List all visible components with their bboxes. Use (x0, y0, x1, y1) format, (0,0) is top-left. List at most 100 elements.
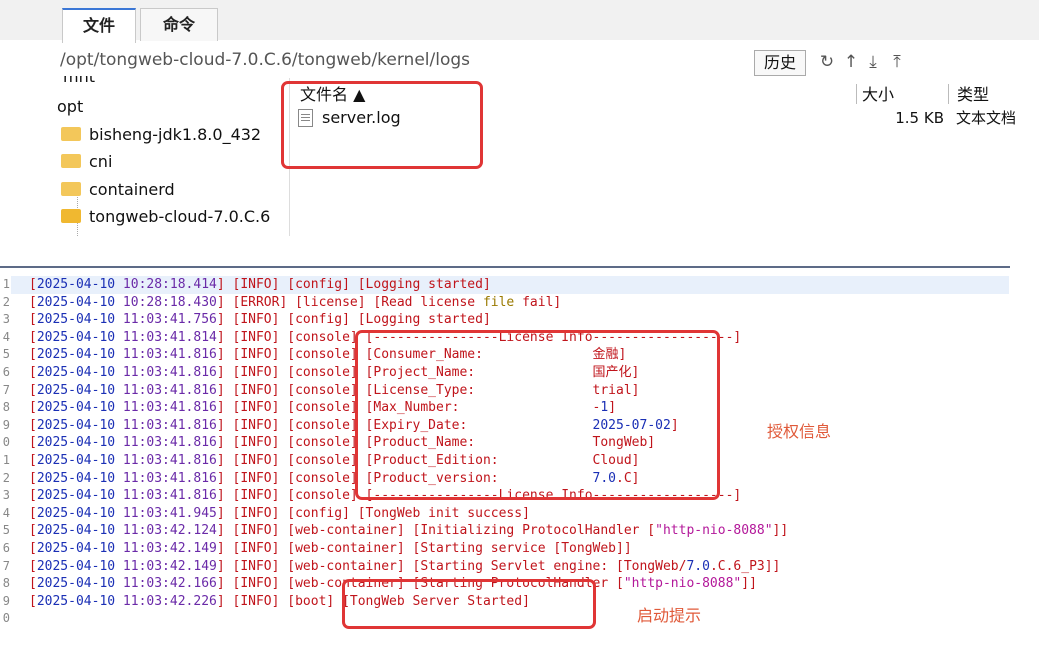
log-line[interactable]: [2025-04-10 11:03:41.756] [INFO] [config… (29, 311, 1009, 329)
log-token: ]] (741, 576, 757, 592)
column-divider[interactable] (948, 84, 949, 104)
log-token: 2025-04-10 (36, 294, 123, 310)
column-header-type[interactable]: 类型 (957, 84, 989, 106)
log-token: [ (29, 312, 37, 328)
log-token: [ (29, 364, 37, 380)
tree-item-label: cni (89, 152, 113, 171)
tree-item-cni[interactable]: cni (61, 149, 112, 175)
column-header-size[interactable]: 大小 (862, 84, 894, 106)
path-bar[interactable]: /opt/tongweb-cloud-7.0.C.6/tongweb/kerne… (60, 44, 750, 76)
line-number: 6 (2, 541, 10, 555)
highlight-box-started (342, 579, 596, 629)
log-token: 2025-04-10 (36, 470, 123, 486)
line-number: 7 (2, 558, 10, 573)
log-token: [ (29, 329, 37, 345)
line-number: 3 (2, 488, 10, 503)
log-token: 11:03:41.816 (122, 470, 217, 486)
refresh-icon[interactable]: ↻ (816, 50, 838, 74)
log-token: "http-nio-8088" (655, 523, 773, 539)
log-token: 2025-04-10 (36, 488, 123, 504)
log-line[interactable]: [2025-04-10 11:03:42.149] [INFO] [web-co… (29, 558, 1009, 576)
log-token: 11:03:41.816 (122, 452, 217, 468)
line-number: 8 (2, 400, 10, 415)
log-token: 2025-04-10 (36, 347, 123, 363)
log-token: 11:03:42.124 (122, 523, 217, 539)
log-viewer[interactable]: 1 2 3 4 5 6 7 8 9 0 1 2 3 4 5 6 7 8 9 0 [2025-04-10 10:28:1… (0, 266, 1010, 656)
folder-icon (61, 126, 81, 141)
tree-item-opt[interactable]: opt (57, 94, 83, 120)
log-token: ] [INFO] [web-container] [Starting Servl… (216, 558, 687, 574)
log-token: ] [INFO] [config] [Logging started] (216, 312, 491, 328)
log-token: 7.0 (686, 558, 710, 574)
column-divider[interactable] (856, 84, 857, 104)
log-token: [ (29, 470, 37, 486)
log-token: 2025-04-10 (36, 364, 123, 380)
log-token: 2025-04-10 (36, 400, 123, 416)
log-line[interactable]: [2025-04-10 11:03:42.124] [INFO] [web-co… (29, 522, 1009, 540)
line-number: 5 (2, 523, 10, 538)
log-token: 2025-04-10 (36, 505, 123, 521)
log-token: 11:03:42.149 (122, 558, 217, 574)
tree-item-label: tongweb-cloud-7.0.C.6 (89, 207, 271, 226)
tree-item-label: bisheng-jdk1.8.0_432 (89, 125, 262, 144)
log-token: 11:03:41.814 (122, 329, 217, 345)
history-button[interactable]: 历史 (754, 50, 806, 76)
line-number: 9 (2, 417, 10, 432)
line-number: 0 (2, 611, 10, 626)
upload-icon[interactable]: ⤒ (886, 50, 908, 74)
log-token: 2025-04-10 (36, 417, 123, 433)
log-token: [ (29, 382, 37, 398)
log-token: ] [INFO] [web-container] [Initializing P… (216, 523, 656, 539)
log-token: 11:03:41.756 (122, 312, 217, 328)
line-number: 6 (2, 365, 10, 379)
log-line[interactable]: [2025-04-10 10:28:18.430] [ERROR] [licen… (29, 294, 1009, 312)
log-token: file (482, 294, 515, 310)
log-token: 2025-04-10 (36, 576, 123, 592)
log-token: ] [INFO] [config] [Logging started] (216, 277, 491, 292)
file-size: 1.5 KB (895, 109, 944, 127)
folder-open-icon (61, 208, 81, 223)
download-icon[interactable]: ⤓ (862, 50, 884, 74)
log-token: [ (29, 435, 37, 451)
tree-item-mnt[interactable]: mnt (63, 76, 95, 90)
tab-files[interactable]: 文件 (62, 8, 136, 43)
log-token: ] [ERROR] [license] [Read license (216, 294, 483, 310)
line-number: 1 (2, 453, 10, 467)
line-number: 1 (2, 277, 10, 291)
log-token: [ (29, 505, 37, 521)
tree-item-label: containerd (89, 180, 175, 199)
log-token: [ (29, 400, 37, 416)
log-token: [ (29, 294, 37, 310)
log-token: [ (29, 576, 37, 592)
folder-icon (61, 181, 81, 196)
log-token: 11:03:41.945 (122, 505, 217, 521)
line-number: 5 (2, 347, 10, 362)
log-token: 2025-04-10 (36, 312, 123, 328)
log-line[interactable]: [2025-04-10 11:03:41.945] [INFO] [config… (29, 505, 1009, 523)
log-token: 11:03:41.816 (122, 488, 217, 504)
line-number: 2 (2, 294, 10, 309)
highlight-box-file (281, 81, 483, 169)
log-token: 2025-04-10 (36, 452, 123, 468)
tab-commands[interactable]: 命令 (140, 8, 218, 41)
tree-item-tongweb[interactable]: tongweb-cloud-7.0.C.6 (61, 204, 270, 230)
highlight-box-license (355, 330, 720, 500)
annotation-startup-hint: 启动提示 (637, 606, 702, 625)
log-token: 2025-04-10 (36, 435, 123, 451)
log-token: ] [INFO] [web-container] [Starting servi… (216, 540, 632, 556)
log-line[interactable]: [2025-04-10 11:03:42.149] [INFO] [web-co… (29, 540, 1009, 558)
folder-icon (61, 153, 81, 168)
line-number: 4 (2, 329, 10, 344)
line-number: 0 (2, 435, 10, 450)
log-token: 2025-04-10 (36, 523, 123, 539)
log-line[interactable]: [2025-04-10 10:28:18.414] [INFO] [config… (29, 276, 1009, 294)
tree-item-bisheng[interactable]: bisheng-jdk1.8.0_432 (61, 122, 261, 148)
tree-item-containerd[interactable]: containerd (61, 177, 175, 203)
up-icon[interactable]: ↑ (840, 50, 862, 74)
log-token: 11:03:42.149 (122, 540, 217, 556)
line-number: 7 (2, 382, 10, 397)
directory-tree: mnt opt bisheng-jdk1.8.0_432 cni contain… (55, 76, 289, 236)
log-token: "http-nio-8088" (623, 576, 742, 592)
log-token: [ (29, 277, 37, 292)
log-token: 11:03:41.816 (122, 347, 217, 363)
